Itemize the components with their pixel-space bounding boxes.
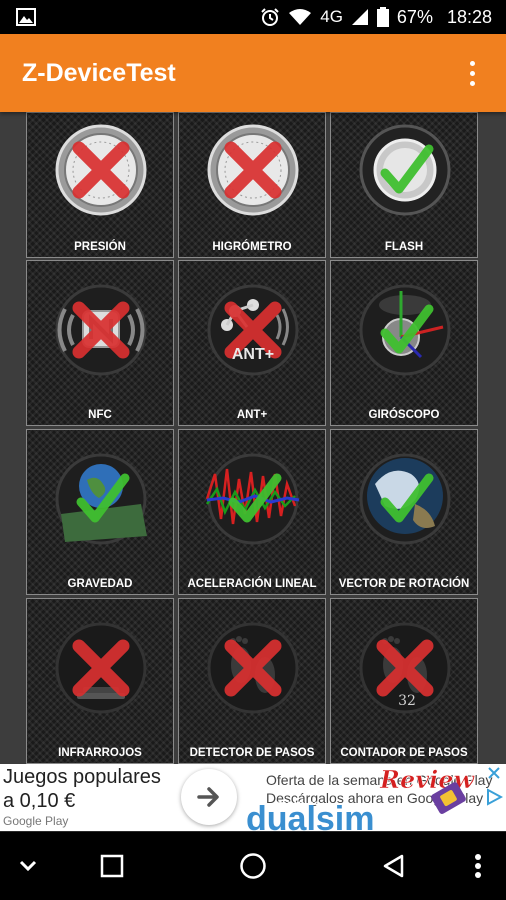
pressure-gauge-icon bbox=[55, 124, 147, 216]
linear-acceleration-wave-icon bbox=[205, 453, 300, 545]
ad-offer-text: Oferta de la semana en Google Play bbox=[266, 772, 493, 788]
gyroscope-icon bbox=[359, 284, 451, 376]
sensor-tile[interactable]: GRAVEDAD bbox=[26, 429, 174, 595]
ad-choices-icon[interactable] bbox=[485, 788, 503, 806]
sensor-tile[interactable]: PRESIÓN bbox=[26, 112, 174, 258]
ad-download-text: Descárgalos ahora en Google Play bbox=[266, 790, 484, 806]
ad-title: Juegos populares bbox=[3, 766, 161, 788]
battery-percent: 67% bbox=[396, 6, 433, 27]
sensor-tile[interactable]: NFC bbox=[26, 260, 174, 426]
sensor-tile-label: FLASH bbox=[384, 241, 424, 253]
flash-icon bbox=[359, 124, 451, 216]
infrared-icon bbox=[55, 622, 147, 714]
ad-close-icon[interactable] bbox=[487, 766, 501, 780]
app-title: Z-DeviceTest bbox=[22, 58, 176, 87]
sensor-tile[interactable]: GIRÓSCOPO bbox=[330, 260, 478, 426]
sensor-tile-label: GIRÓSCOPO bbox=[368, 409, 440, 421]
status-bar: 4G 67% 18:28 bbox=[0, 0, 506, 34]
sensor-tile-label: NFC bbox=[88, 409, 112, 421]
sensor-test-grid: PRESIÓN HIGRÓMETRO FLASH NFC ANT+ ANT+ GIRÓSCO… bbox=[0, 112, 506, 764]
sensor-tile-label: CONTADOR DE PASOS bbox=[340, 747, 468, 759]
sensor-tile[interactable]: 32 CONTADOR DE PASOS bbox=[330, 598, 478, 764]
sensor-tile[interactable]: HIGRÓMETRO bbox=[178, 112, 326, 258]
clock: 18:28 bbox=[446, 6, 492, 27]
network-type: 4G bbox=[320, 7, 343, 26]
app-bar: Z-DeviceTest bbox=[0, 34, 506, 112]
ad-price: a 0,10 € bbox=[3, 790, 76, 812]
nav-collapse-button[interactable] bbox=[8, 846, 48, 886]
nav-home-button[interactable] bbox=[233, 846, 273, 886]
sensor-tile[interactable]: FLASH bbox=[330, 112, 478, 258]
gallery-notification-icon bbox=[16, 8, 36, 26]
sensor-tile[interactable]: ACELERACIÓN LINEAL bbox=[178, 429, 326, 595]
step-detector-icon bbox=[207, 622, 299, 714]
sensor-tile-label: PRESIÓN bbox=[74, 241, 126, 253]
arrow-right-icon bbox=[197, 787, 219, 807]
nfc-icon bbox=[55, 284, 147, 376]
step-count-badge: 32 bbox=[398, 693, 416, 709]
ad-banner[interactable]: Juegos populares a 0,10 € Google Play Of… bbox=[0, 764, 506, 832]
battery-icon bbox=[376, 7, 389, 27]
ant-plus-icon: ANT+ bbox=[207, 284, 299, 376]
rotation-vector-globe-icon bbox=[359, 453, 451, 545]
nav-back-button[interactable] bbox=[374, 846, 414, 886]
recents-square-icon bbox=[100, 854, 124, 878]
back-triangle-icon bbox=[383, 854, 404, 878]
overflow-menu-button[interactable] bbox=[460, 53, 484, 93]
home-circle-icon bbox=[240, 853, 266, 879]
sensor-tile-label: GRAVEDAD bbox=[67, 578, 133, 590]
sensor-tile[interactable]: INFRARROJOS bbox=[26, 598, 174, 764]
sensor-tile-label: INFRARROJOS bbox=[58, 747, 142, 759]
sensor-tile[interactable]: DETECTOR DE PASOS bbox=[178, 598, 326, 764]
sensor-tile-label: HIGRÓMETRO bbox=[212, 241, 292, 253]
sensor-tile-label: VECTOR DE ROTACIÓN bbox=[338, 578, 470, 590]
sensor-tile-label: ACELERACIÓN LINEAL bbox=[187, 578, 317, 590]
dots-vertical-icon bbox=[475, 854, 481, 878]
alarm-icon bbox=[261, 8, 279, 26]
wifi-icon bbox=[289, 9, 312, 25]
sensor-tile-label: ANT+ bbox=[236, 409, 268, 421]
sensor-tile-label: DETECTOR DE PASOS bbox=[189, 747, 315, 759]
ad-source: Google Play bbox=[3, 814, 69, 828]
sensor-tile[interactable]: ANT+ ANT+ bbox=[178, 260, 326, 426]
navigation-bar bbox=[0, 832, 506, 900]
ad-open-button[interactable] bbox=[181, 769, 237, 825]
sensor-tile[interactable]: VECTOR DE ROTACIÓN bbox=[330, 429, 478, 595]
nav-menu-button[interactable] bbox=[458, 846, 498, 886]
nav-recents-button[interactable] bbox=[92, 846, 132, 886]
chevron-down-icon bbox=[19, 860, 37, 872]
signal-icon bbox=[351, 9, 368, 25]
ant-plus-logo-text: ANT+ bbox=[232, 346, 274, 363]
hygrometer-gauge-icon bbox=[207, 124, 299, 216]
step-counter-icon: 32 bbox=[359, 622, 451, 714]
gravity-globe-icon bbox=[55, 453, 147, 545]
overflow-menu-icon bbox=[469, 60, 475, 66]
